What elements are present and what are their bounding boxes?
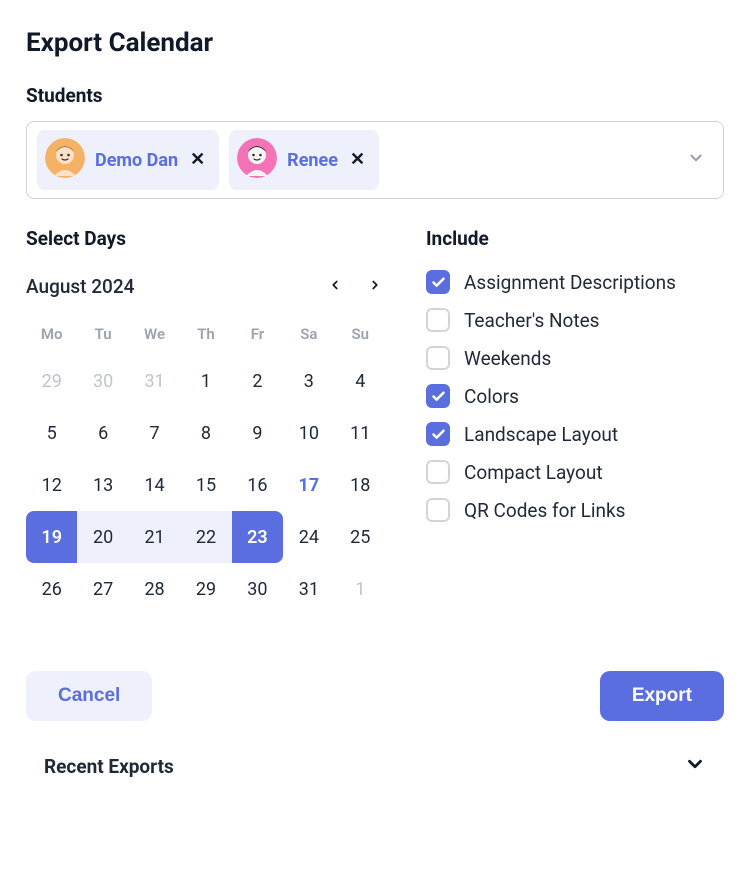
calendar-day[interactable]: 2 bbox=[232, 355, 283, 407]
calendar-day[interactable]: 9 bbox=[232, 407, 283, 459]
prev-month-button[interactable] bbox=[324, 274, 346, 299]
next-month-button[interactable] bbox=[364, 274, 386, 299]
calendar-dow: Sa bbox=[283, 317, 334, 355]
calendar-day[interactable]: 24 bbox=[283, 511, 334, 563]
calendar-day[interactable]: 11 bbox=[335, 407, 386, 459]
calendar-dow: Su bbox=[335, 317, 386, 355]
calendar-dow: We bbox=[129, 317, 180, 355]
calendar-day[interactable]: 23 bbox=[232, 511, 283, 563]
include-option-label: QR Codes for Links bbox=[464, 499, 625, 522]
include-option[interactable]: Teacher's Notes bbox=[426, 308, 724, 332]
calendar-day[interactable]: 17 bbox=[283, 459, 334, 511]
calendar-day[interactable]: 31 bbox=[129, 355, 180, 407]
include-option[interactable]: QR Codes for Links bbox=[426, 498, 724, 522]
calendar-day[interactable]: 21 bbox=[129, 511, 180, 563]
calendar-day[interactable]: 31 bbox=[283, 563, 334, 615]
avatar bbox=[237, 138, 277, 182]
include-option[interactable]: Landscape Layout bbox=[426, 422, 724, 446]
recent-exports-label: Recent Exports bbox=[44, 755, 174, 778]
calendar-day[interactable]: 20 bbox=[77, 511, 128, 563]
student-chip-name: Renee bbox=[287, 150, 338, 171]
calendar-day[interactable]: 16 bbox=[232, 459, 283, 511]
chevron-down-icon bbox=[684, 753, 706, 779]
calendar-day[interactable]: 30 bbox=[77, 355, 128, 407]
include-label: Include bbox=[426, 227, 724, 250]
close-icon[interactable]: ✕ bbox=[348, 149, 367, 171]
calendar-day[interactable]: 7 bbox=[129, 407, 180, 459]
calendar-grid: MoTuWeThFrSaSu29303112345678910111213141… bbox=[26, 317, 386, 615]
calendar-day[interactable]: 26 bbox=[26, 563, 77, 615]
calendar-day[interactable]: 8 bbox=[180, 407, 231, 459]
calendar-day[interactable]: 19 bbox=[26, 511, 77, 563]
cancel-button[interactable]: Cancel bbox=[26, 671, 152, 721]
include-option-label: Compact Layout bbox=[464, 461, 603, 484]
checkbox[interactable] bbox=[426, 270, 450, 294]
calendar-day[interactable]: 10 bbox=[283, 407, 334, 459]
calendar-dow: Fr bbox=[232, 317, 283, 355]
calendar-day[interactable]: 1 bbox=[180, 355, 231, 407]
calendar-day[interactable]: 29 bbox=[180, 563, 231, 615]
calendar-day[interactable]: 30 bbox=[232, 563, 283, 615]
students-select[interactable]: Demo Dan ✕ Renee ✕ bbox=[26, 121, 724, 199]
close-icon[interactable]: ✕ bbox=[188, 149, 207, 171]
student-chip[interactable]: Renee ✕ bbox=[229, 130, 379, 190]
checkbox[interactable] bbox=[426, 384, 450, 408]
include-option-label: Landscape Layout bbox=[464, 423, 618, 446]
calendar-day[interactable]: 14 bbox=[129, 459, 180, 511]
calendar-day[interactable]: 29 bbox=[26, 355, 77, 407]
include-option-label: Colors bbox=[464, 385, 519, 408]
calendar-month-label: August 2024 bbox=[26, 275, 134, 298]
checkbox[interactable] bbox=[426, 498, 450, 522]
include-option-label: Teacher's Notes bbox=[464, 309, 600, 332]
calendar-day[interactable]: 13 bbox=[77, 459, 128, 511]
calendar-dow: Mo bbox=[26, 317, 77, 355]
calendar-dow: Th bbox=[180, 317, 231, 355]
calendar-day[interactable]: 28 bbox=[129, 563, 180, 615]
student-chip-name: Demo Dan bbox=[95, 150, 178, 171]
calendar-day[interactable]: 3 bbox=[283, 355, 334, 407]
page-title: Export Calendar bbox=[26, 28, 724, 58]
calendar-day[interactable]: 12 bbox=[26, 459, 77, 511]
export-button[interactable]: Export bbox=[600, 671, 724, 721]
include-option-label: Weekends bbox=[464, 347, 551, 370]
calendar-day[interactable]: 1 bbox=[335, 563, 386, 615]
calendar-dow: Tu bbox=[77, 317, 128, 355]
students-label: Students bbox=[26, 84, 724, 107]
checkbox[interactable] bbox=[426, 346, 450, 370]
checkbox[interactable] bbox=[426, 422, 450, 446]
calendar-day[interactable]: 15 bbox=[180, 459, 231, 511]
include-option[interactable]: Weekends bbox=[426, 346, 724, 370]
calendar-day[interactable]: 5 bbox=[26, 407, 77, 459]
recent-exports-toggle[interactable]: Recent Exports bbox=[26, 753, 724, 779]
include-option[interactable]: Assignment Descriptions bbox=[426, 270, 724, 294]
checkbox[interactable] bbox=[426, 308, 450, 332]
calendar-day[interactable]: 25 bbox=[335, 511, 386, 563]
select-days-label: Select Days bbox=[26, 227, 386, 250]
checkbox[interactable] bbox=[426, 460, 450, 484]
calendar-day[interactable]: 6 bbox=[77, 407, 128, 459]
chevron-down-icon[interactable] bbox=[679, 149, 713, 171]
calendar-day[interactable]: 4 bbox=[335, 355, 386, 407]
include-option[interactable]: Compact Layout bbox=[426, 460, 724, 484]
include-option-label: Assignment Descriptions bbox=[464, 271, 676, 294]
student-chip[interactable]: Demo Dan ✕ bbox=[37, 130, 219, 190]
calendar-day[interactable]: 27 bbox=[77, 563, 128, 615]
calendar-day[interactable]: 22 bbox=[180, 511, 231, 563]
avatar bbox=[45, 138, 85, 182]
calendar-day[interactable]: 18 bbox=[335, 459, 386, 511]
include-option[interactable]: Colors bbox=[426, 384, 724, 408]
